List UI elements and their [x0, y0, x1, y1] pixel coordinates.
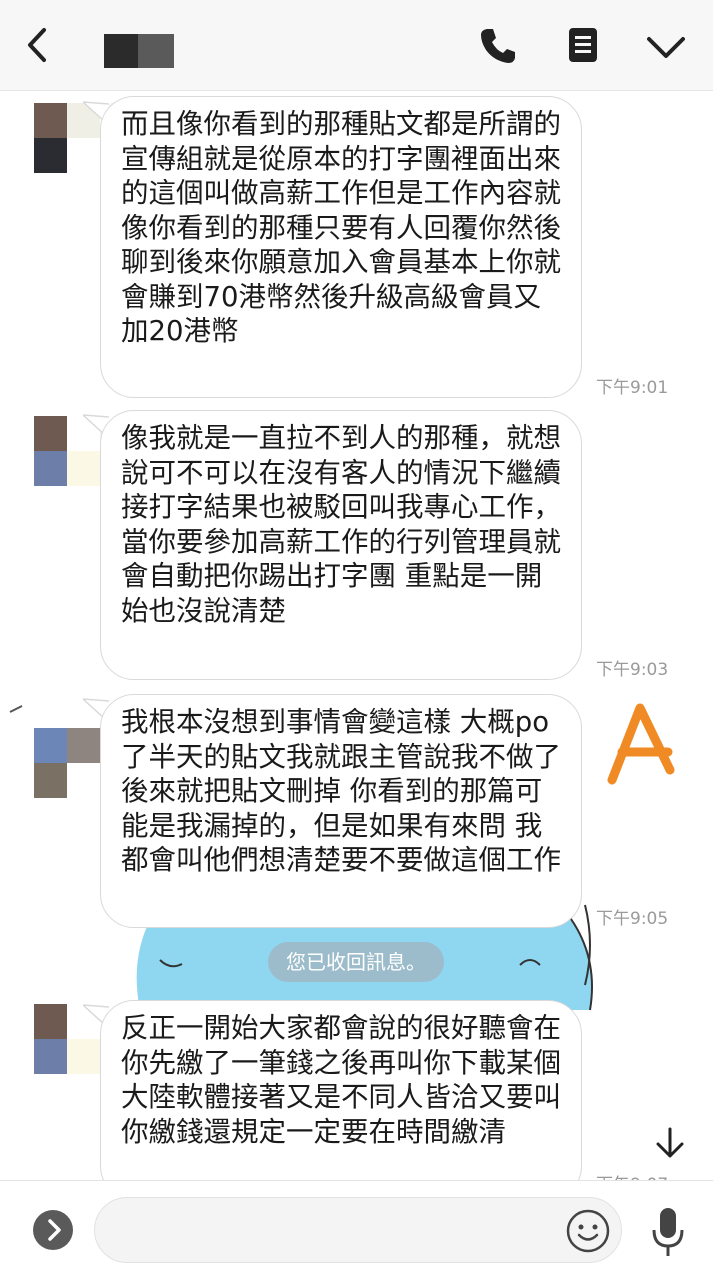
avatar[interactable] [34, 728, 100, 798]
message-bubble[interactable]: 我根本沒想到事情會變這樣 大概po了半天的貼文我就跟主管說我不做了 後來就把貼文… [100, 694, 582, 928]
phone-icon[interactable] [478, 26, 518, 66]
sticker-letter-a [607, 703, 675, 785]
chevron-right-circle-icon[interactable] [32, 1209, 74, 1251]
recalled-message-notice: 您已收回訊息。 [268, 942, 444, 982]
microphone-icon[interactable] [650, 1206, 686, 1258]
message-input-bar [0, 1180, 713, 1280]
message-time: 下午9:05 [596, 909, 669, 929]
message-text: 像我就是一直拉不到人的那種，就想說可不可以在沒有客人的情況下繼續接打字結果也被駁… [121, 422, 561, 627]
message-bubble[interactable]: 而且像你看到的那種貼文都是所謂的宣傳組就是從原本的打字團裡面出來的這個叫做高薪工… [100, 96, 582, 398]
message-text: 我根本沒想到事情會變這樣 大概po了半天的貼文我就跟主管說我不做了 後來就把貼文… [121, 706, 561, 876]
message-time: 下午9:03 [596, 660, 669, 680]
message-time: 下午9:01 [596, 378, 669, 398]
chevron-down-icon[interactable] [644, 30, 688, 64]
message-bubble[interactable]: 像我就是一直拉不到人的那種，就想說可不可以在沒有客人的情況下繼續接打字結果也被駁… [100, 410, 582, 680]
message-bubble[interactable]: 反正一開始大家都會說的很好聽會在你先繳了一筆錢之後再叫你下載某個大陸軟體接著又是… [100, 1000, 582, 1200]
arrow-down-icon[interactable] [654, 1126, 686, 1160]
emoji-icon[interactable] [565, 1208, 611, 1254]
message-text: 而且像你看到的那種貼文都是所謂的宣傳組就是從原本的打字團裡面出來的這個叫做高薪工… [121, 108, 561, 347]
message-text: 反正一開始大家都會說的很好聽會在你先繳了一筆錢之後再叫你下載某個大陸軟體接著又是… [121, 1012, 561, 1148]
note-icon[interactable] [566, 26, 600, 64]
message-input[interactable] [94, 1197, 622, 1263]
chevron-left-icon[interactable] [22, 26, 54, 64]
contact-name-obscured[interactable] [104, 34, 174, 68]
chat-header [0, 0, 713, 91]
